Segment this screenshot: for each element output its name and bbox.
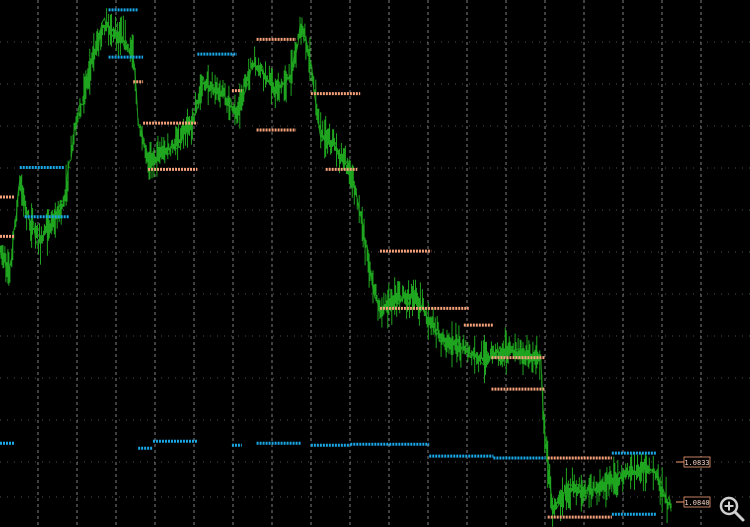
price-chart[interactable]: 1.0833 1.0840 bbox=[0, 0, 750, 527]
zoom-in-icon[interactable] bbox=[718, 495, 746, 523]
price-tag-label: 1.0833 bbox=[684, 459, 709, 467]
chart-background bbox=[0, 0, 750, 527]
price-tag-label: 1.0840 bbox=[684, 499, 709, 507]
